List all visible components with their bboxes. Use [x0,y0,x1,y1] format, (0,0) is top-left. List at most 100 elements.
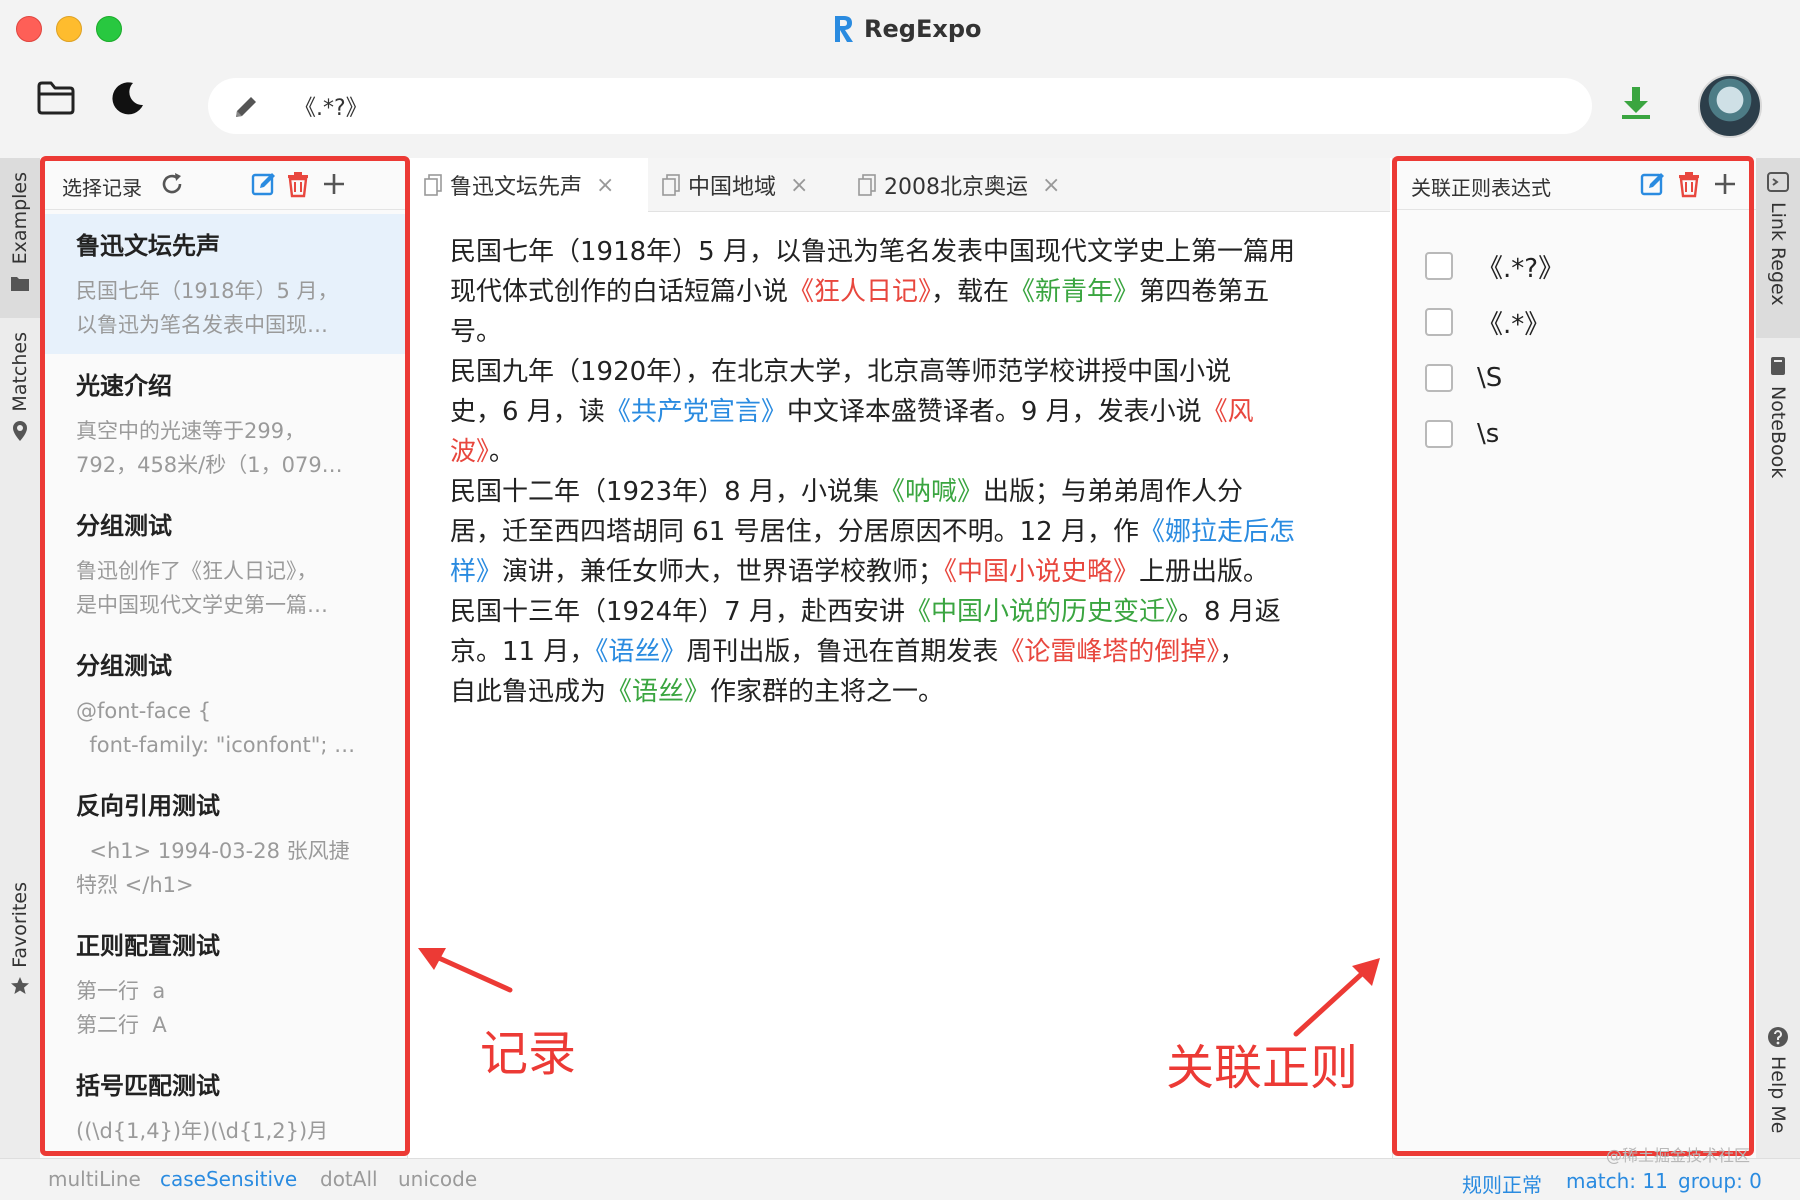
record-title: 反向引用测试 [76,792,220,820]
regex-match: 《中国小说史略》 [944,557,1140,587]
list-item[interactable]: 分组测试 @font-face { font-family: "iconfont… [40,634,407,774]
edit-icon[interactable] [250,170,278,198]
avatar[interactable] [1698,74,1762,138]
tab-link-regex[interactable]: Link Regex [1756,158,1800,338]
linked-panel-header: 关联正则表达式 [1393,158,1756,210]
list-item[interactable]: 《.*?》 [1425,238,1564,294]
plus-icon[interactable] [320,170,348,198]
editor-line: 民国九年（1920年），在北京大学，北京高等师范学校讲授中国小说 [450,357,1232,387]
tab-link-regex-label: Link Regex [1767,202,1789,306]
record-title: 分组测试 [76,512,172,540]
regex-input-bar [208,78,1592,134]
regex-match: 样》 [450,557,503,587]
title-bar: RegExpo [0,0,1800,58]
list-item[interactable]: 反向引用测试 <h1> 1994-03-28 张风捷 特烈 </h1> [40,774,407,914]
regex-input[interactable] [294,86,1544,126]
record-title: 光速介绍 [76,372,172,400]
notebook-icon [1771,357,1785,375]
app-title-text: RegExpo [864,15,982,43]
download-icon[interactable] [1616,80,1656,124]
list-item[interactable]: 光速介绍 真空中的光速等于299， 792，458米/秒（1，079… [40,354,407,494]
regex-expression: \S [1477,363,1503,393]
help-icon [1768,1027,1788,1047]
tab-notebook[interactable]: NoteBook [1756,354,1800,514]
regex-match: 《语丝》 [606,677,711,707]
regex-checkbox[interactable] [1425,252,1453,280]
record-preview: 鲁迅创作了《狂人日记》， 是中国现代文学史第一篇… [76,559,328,617]
record-preview: 第一行 a 第二行 A [76,979,167,1037]
list-item[interactable]: 正则配置测试 第一行 a 第二行 A [40,914,407,1054]
linked-regex-list: 《.*?》 《.*》 \S \s [1425,238,1564,462]
tab-favorites[interactable]: Favorites [0,878,40,1008]
tab-record-3[interactable]: 2008北京奥运 × [844,158,1104,212]
tab-record-1[interactable]: 鲁迅文坛先声 × [410,158,648,212]
records-list: 鲁迅文坛先声 民国七年（1918年）5 月， 以鲁迅为笔名发表中国现… 光速介绍… [40,214,407,1154]
tab-label: 2008北京奥运 [884,175,1028,200]
tab-matches[interactable]: Matches [0,328,40,468]
list-item[interactable]: \s [1425,406,1564,462]
moon-icon[interactable] [106,76,150,120]
flag-casesensitive[interactable]: caseSensitive [160,1167,297,1191]
star-icon [11,976,29,994]
tab-examples[interactable]: Examples [0,158,40,318]
close-icon[interactable]: × [790,173,808,198]
list-item[interactable]: \S [1425,350,1564,406]
close-icon[interactable]: × [596,173,614,198]
record-preview: 真空中的光速等于299， 792，458米/秒（1，079… [76,419,343,477]
terminal-icon [1767,172,1789,192]
flag-dotall[interactable]: dotAll [320,1167,378,1191]
tab-record-2[interactable]: 中国地域 × [648,158,844,212]
flag-unicode[interactable]: unicode [398,1167,477,1191]
minimize-window-button[interactable] [56,16,82,42]
regex-match: 《狂人日记》 [788,277,932,307]
editor-line: 民国十二年（1923年）8 月，小说集《呐喊》出版；与弟弟周作人分 [450,477,1244,507]
tab-help-me[interactable]: Help Me [1756,1024,1800,1154]
maximize-window-button[interactable] [96,16,122,42]
plus-icon[interactable] [1711,170,1739,198]
linked-panel-title: 关联正则表达式 [1411,176,1551,200]
editor-line: 民国十三年（1924年）7 月，赴西安讲《中国小说的历史变迁》。8 月返 [450,597,1281,627]
rule-status: 规则正常 [1462,1173,1542,1197]
list-item[interactable]: 括号匹配测试 ((\d{1,4})年)(\d{1,2})月 [40,1054,407,1154]
refresh-icon[interactable] [158,170,186,198]
tab-matches-label: Matches [9,332,31,412]
location-pin-icon [13,420,27,441]
left-tab-rail: Examples Matches Favorites [0,158,40,1158]
trash-icon[interactable] [284,170,312,198]
close-icon[interactable]: × [1042,173,1060,198]
regex-match: 《语丝》 [595,637,687,667]
editor-tabs: 鲁迅文坛先声 × 中国地域 × 2008北京奥运 × [410,158,1390,212]
edit-icon[interactable] [1639,170,1667,198]
group-count: group: 0 [1678,1169,1762,1193]
editor-line: 居，迁至西四塔胡同 61 号居住，分居原因不明。12 月，作《娜拉走后怎 [450,517,1295,547]
tab-examples-label: Examples [9,172,31,265]
editor-line: 史，6 月，读《共产党宣言》中文译本盛赞译者。9 月，发表小说《风 [450,397,1254,427]
editor-line: 民国七年（1918年）5 月，以鲁迅为笔名发表中国现代文学史上第一篇用 [450,237,1295,267]
regex-checkbox[interactable] [1425,364,1453,392]
tab-help-me-label: Help Me [1767,1056,1789,1134]
records-panel-title: 选择记录 [62,176,142,200]
match-count: match: 11 [1566,1169,1668,1193]
flag-multiline[interactable]: multiLine [48,1167,141,1191]
editor-line: 京。11 月，《语丝》周刊出版，鲁迅在首期发表《论雷峰塔的倒掉》， [450,637,1246,667]
regex-expression: 《.*》 [1477,309,1551,340]
linked-regex-panel: 关联正则表达式 《.*?》 《.*》 \S \s [1392,158,1756,1158]
regex-match: 《论雷峰塔的倒掉》 [998,637,1220,667]
editor-text: 民国七年（1918年）5 月，以鲁迅为笔名发表中国现代文学史上第一篇用 现代体式创… [450,232,1350,712]
regex-expression: \s [1477,419,1500,449]
trash-icon[interactable] [1675,170,1703,198]
folder-icon[interactable] [34,76,78,120]
regex-checkbox[interactable] [1425,420,1453,448]
watermark: @稀土掘金技术社区 [1606,1146,1751,1165]
record-title: 正则配置测试 [76,932,220,960]
close-window-button[interactable] [16,16,42,42]
records-panel: 选择记录 鲁迅文坛先声 民国七年（1918年）5 月， 以鲁迅为笔名发表中国现…… [40,158,408,1158]
list-item[interactable]: 鲁迅文坛先声 民国七年（1918年）5 月， 以鲁迅为笔名发表中国现… [40,214,407,354]
records-panel-header: 选择记录 [40,158,407,210]
app-logo-icon [835,16,853,42]
list-item[interactable]: 《.*》 [1425,294,1564,350]
list-item[interactable]: 分组测试 鲁迅创作了《狂人日记》， 是中国现代文学史第一篇… [40,494,407,634]
regex-checkbox[interactable] [1425,308,1453,336]
pencil-icon[interactable] [230,91,262,123]
tab-label: 鲁迅文坛先声 [450,175,583,200]
